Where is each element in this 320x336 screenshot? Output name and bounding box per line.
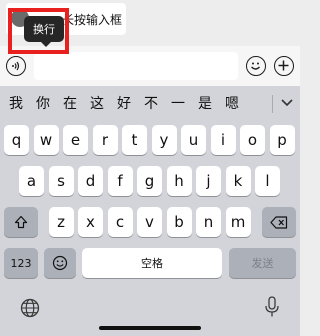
- space-key[interactable]: 空格: [82, 248, 222, 278]
- key-t[interactable]: t: [122, 125, 147, 155]
- key-f[interactable]: f: [107, 166, 133, 196]
- key-p[interactable]: p: [269, 125, 295, 155]
- key-x[interactable]: x: [78, 207, 103, 237]
- candidate-word[interactable]: 不: [138, 93, 164, 113]
- candidate-word[interactable]: 你: [30, 93, 56, 113]
- candidate-word[interactable]: 一: [165, 93, 191, 113]
- chat-bubble-text: 长按输入框: [62, 12, 123, 27]
- globe-icon[interactable]: [20, 298, 40, 318]
- key-o[interactable]: o: [240, 125, 265, 155]
- key-g[interactable]: g: [137, 166, 162, 196]
- numbers-key[interactable]: 123: [4, 248, 38, 278]
- key-n[interactable]: n: [196, 207, 221, 237]
- candidate-word[interactable]: 好: [111, 93, 137, 113]
- shift-icon[interactable]: [4, 207, 38, 237]
- plus-icon[interactable]: [274, 56, 294, 76]
- candidate-word[interactable]: 我: [3, 93, 29, 113]
- key-k[interactable]: k: [225, 166, 251, 196]
- key-v[interactable]: v: [137, 207, 162, 237]
- emoji-icon[interactable]: [246, 56, 266, 76]
- send-key[interactable]: 发送: [229, 248, 296, 278]
- keyboard: 我 你 在 这 好 不 一 是 嗯 q w e r t y u i o p a …: [0, 86, 300, 336]
- key-m[interactable]: m: [225, 207, 251, 237]
- key-a[interactable]: a: [19, 166, 44, 196]
- chevron-down-icon[interactable]: [276, 92, 298, 114]
- key-z[interactable]: z: [48, 207, 74, 237]
- backspace-icon[interactable]: [262, 207, 296, 237]
- key-r[interactable]: r: [92, 125, 118, 155]
- candidate-word[interactable]: 嗯: [219, 93, 245, 113]
- highlight-box: [8, 8, 69, 54]
- key-e[interactable]: e: [63, 125, 88, 155]
- key-c[interactable]: c: [107, 207, 133, 237]
- key-s[interactable]: s: [48, 166, 74, 196]
- key-q[interactable]: q: [4, 125, 29, 155]
- voice-icon[interactable]: [6, 56, 26, 76]
- key-l[interactable]: l: [255, 166, 280, 196]
- key-h[interactable]: h: [166, 166, 192, 196]
- screen: 长按输入框 我 你 在 这 好 不 一 是 嗯 q w e r t y u i …: [0, 0, 300, 336]
- key-d[interactable]: d: [78, 166, 103, 196]
- key-j[interactable]: j: [196, 166, 221, 196]
- key-b[interactable]: b: [166, 207, 192, 237]
- key-y[interactable]: y: [151, 125, 177, 155]
- key-u[interactable]: u: [181, 125, 206, 155]
- message-input[interactable]: [34, 52, 238, 80]
- candidate-bar: 我 你 在 这 好 不 一 是 嗯: [0, 86, 300, 120]
- emoji-key-icon[interactable]: [44, 248, 76, 278]
- microphone-icon[interactable]: [264, 296, 280, 318]
- candidate-word[interactable]: 在: [57, 93, 83, 113]
- candidate-divider: [272, 95, 273, 113]
- candidate-word[interactable]: 这: [84, 93, 110, 113]
- candidate-word[interactable]: 是: [192, 93, 218, 113]
- key-w[interactable]: w: [33, 125, 59, 155]
- home-indicator: [99, 326, 201, 330]
- key-i[interactable]: i: [210, 125, 236, 155]
